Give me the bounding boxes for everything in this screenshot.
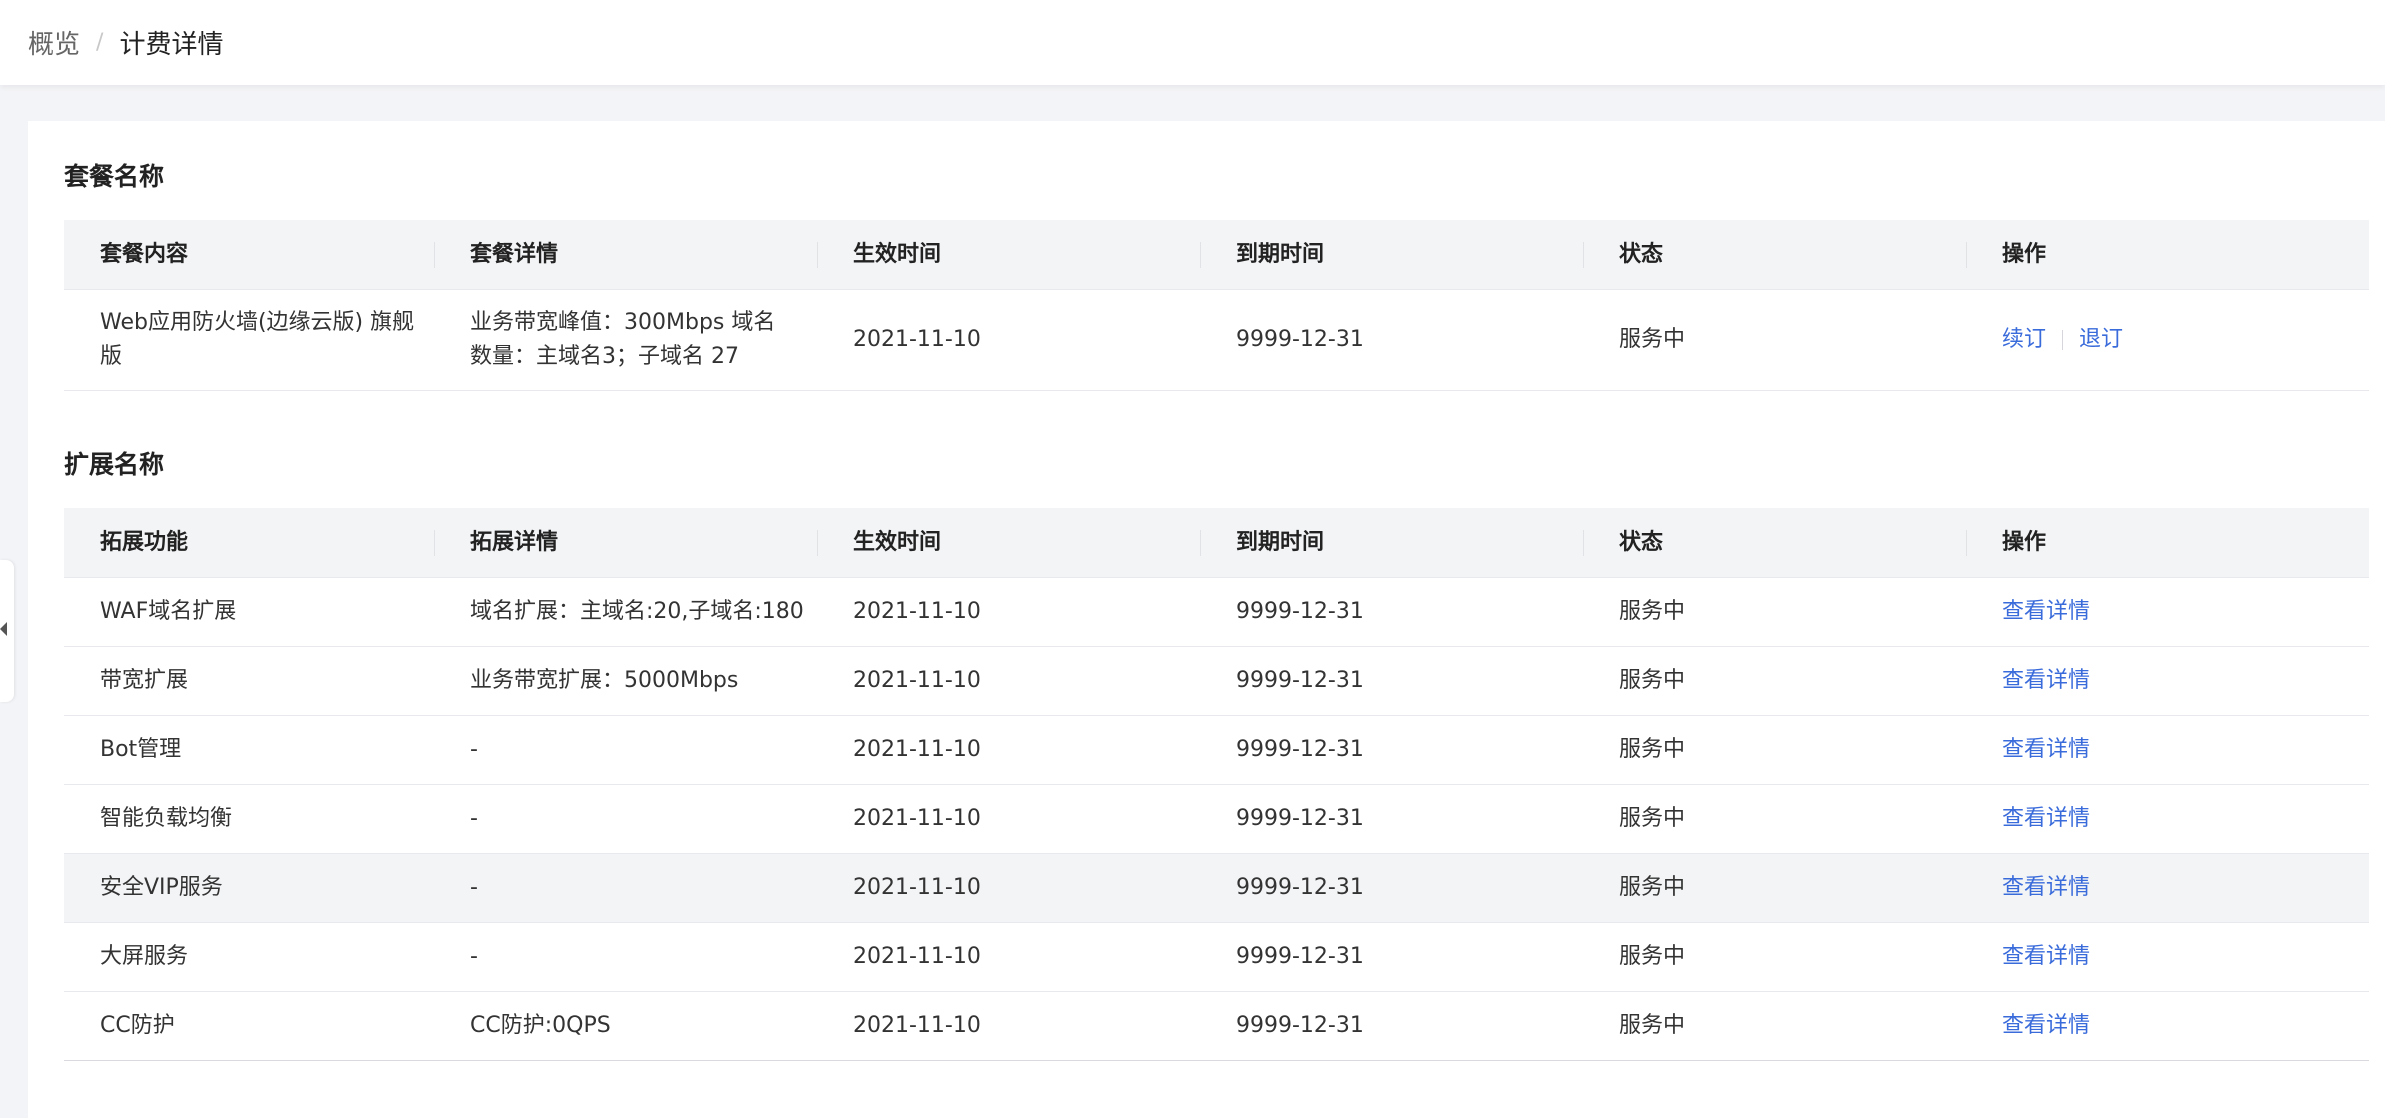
column-header: 到期时间 [1200, 508, 1583, 577]
package-table-header: 套餐内容 套餐详情 生效时间 到期时间 状态 操作 [64, 220, 2369, 290]
package-content: Web应用防火墙(边缘云版) 旗舰版 [100, 310, 415, 369]
extension-detail: - [470, 944, 478, 969]
action-cell: 查看详情 [1966, 578, 2369, 646]
renew-button[interactable]: 续订 [2002, 323, 2046, 357]
effective-date: 2021-11-10 [853, 944, 981, 969]
extension-name: Bot管理 [100, 737, 182, 762]
action-cell: 查看详情 [1966, 854, 2369, 922]
column-header: 拓展功能 [100, 529, 189, 555]
expire-date: 9999-12-31 [1236, 668, 1364, 693]
breadcrumb-current: 计费详情 [119, 30, 224, 60]
table-row: CC防护 CC防护:0QPS 2021-11-10 9999-12-31 服务中… [64, 992, 2369, 1061]
view-details-link[interactable]: 查看详情 [2002, 733, 2090, 767]
breadcrumb-overview-link[interactable]: 概览 [28, 24, 80, 61]
package-table: 套餐内容 套餐详情 生效时间 到期时间 状态 操作 Web应用防火墙(边缘云版)… [64, 220, 2369, 391]
extension-detail: - [470, 806, 478, 831]
action-cell: 查看详情 [1966, 923, 2369, 991]
effective-date: 2021-11-10 [853, 737, 981, 762]
column-header: 套餐详情 [434, 220, 817, 289]
column-header: 操作 [1966, 220, 2369, 289]
top-bar: 概览 / 计费详情 [0, 0, 2385, 85]
extension-name: 带宽扩展 [100, 668, 189, 693]
package-detail: 业务带宽峰值：300Mbps 域名数量：主域名3；子域名 27 [470, 310, 776, 369]
effective-date: 2021-11-10 [853, 1013, 981, 1038]
status-text: 服务中 [1619, 1013, 1686, 1038]
extension-name: 大屏服务 [100, 944, 189, 969]
action-cell: 查看详情 [1966, 785, 2369, 853]
extension-name: WAF域名扩展 [100, 599, 237, 624]
package-section-title: 套餐名称 [64, 162, 165, 191]
extension-section-title: 扩展名称 [64, 450, 165, 479]
table-row: WAF域名扩展 域名扩展：主域名:20,子域名:180 2021-11-10 9… [64, 578, 2369, 647]
billing-detail-panel: 套餐名称 套餐内容 套餐详情 生效时间 到期时间 状态 操作 Web应用防火墙(… [28, 121, 2385, 1118]
extension-detail: - [470, 875, 478, 900]
effective-date: 2021-11-10 [853, 599, 981, 624]
view-details-link[interactable]: 查看详情 [2002, 940, 2090, 974]
expire-date: 9999-12-31 [1236, 1013, 1364, 1038]
view-details-link[interactable]: 查看详情 [2002, 595, 2090, 629]
status-text: 服务中 [1619, 327, 1686, 352]
extension-detail: - [470, 737, 478, 762]
table-row: 智能负载均衡 - 2021-11-10 9999-12-31 服务中 查看详情 [64, 785, 2369, 854]
status-text: 服务中 [1619, 599, 1686, 624]
status-text: 服务中 [1619, 806, 1686, 831]
view-details-link[interactable]: 查看详情 [2002, 871, 2090, 905]
package-actions: 续订 退订 [1966, 290, 2369, 390]
expire-date: 9999-12-31 [1236, 327, 1364, 352]
expire-date: 9999-12-31 [1236, 875, 1364, 900]
column-header: 生效时间 [817, 220, 1200, 289]
table-row: 安全VIP服务 - 2021-11-10 9999-12-31 服务中 查看详情 [64, 854, 2369, 923]
column-header: 状态 [1583, 508, 1966, 577]
status-text: 服务中 [1619, 668, 1686, 693]
expire-date: 9999-12-31 [1236, 806, 1364, 831]
status-text: 服务中 [1619, 875, 1686, 900]
expire-date: 9999-12-31 [1236, 599, 1364, 624]
action-cell: 查看详情 [1966, 647, 2369, 715]
extension-name: CC防护 [100, 1013, 175, 1038]
effective-date: 2021-11-10 [853, 327, 981, 352]
expire-date: 9999-12-31 [1236, 737, 1364, 762]
extension-detail: 业务带宽扩展：5000Mbps [470, 668, 739, 693]
effective-date: 2021-11-10 [853, 806, 981, 831]
extension-name: 安全VIP服务 [100, 875, 223, 900]
table-row: 大屏服务 - 2021-11-10 9999-12-31 服务中 查看详情 [64, 923, 2369, 992]
effective-date: 2021-11-10 [853, 875, 981, 900]
column-header: 生效时间 [817, 508, 1200, 577]
collapse-arrow-icon [0, 622, 7, 636]
status-text: 服务中 [1619, 737, 1686, 762]
extension-detail: CC防护:0QPS [470, 1013, 611, 1038]
view-details-link[interactable]: 查看详情 [2002, 664, 2090, 698]
column-header: 拓展详情 [434, 508, 817, 577]
table-row: Web应用防火墙(边缘云版) 旗舰版 业务带宽峰值：300Mbps 域名数量：主… [64, 290, 2369, 391]
view-details-link[interactable]: 查看详情 [2002, 802, 2090, 836]
extension-table: 拓展功能 拓展详情 生效时间 到期时间 状态 操作 WAF域名扩展 域名扩展：主… [64, 508, 2369, 1061]
expire-date: 9999-12-31 [1236, 944, 1364, 969]
effective-date: 2021-11-10 [853, 668, 981, 693]
extension-table-header: 拓展功能 拓展详情 生效时间 到期时间 状态 操作 [64, 508, 2369, 578]
unsubscribe-button[interactable]: 退订 [2079, 323, 2123, 357]
column-header: 操作 [1966, 508, 2369, 577]
column-header: 套餐内容 [100, 241, 189, 267]
action-cell: 查看详情 [1966, 716, 2369, 784]
extension-name: 智能负载均衡 [100, 806, 233, 831]
status-text: 服务中 [1619, 944, 1686, 969]
table-row: 带宽扩展 业务带宽扩展：5000Mbps 2021-11-10 9999-12-… [64, 647, 2369, 716]
action-cell: 查看详情 [1966, 992, 2369, 1060]
column-header: 到期时间 [1200, 220, 1583, 289]
table-row: Bot管理 - 2021-11-10 9999-12-31 服务中 查看详情 [64, 716, 2369, 785]
column-header: 状态 [1583, 220, 1966, 289]
breadcrumb-separator: / [96, 30, 104, 55]
view-details-link[interactable]: 查看详情 [2002, 1009, 2090, 1043]
extension-detail: 域名扩展：主域名:20,子域名:180 [470, 599, 804, 624]
sidebar-collapse-handle[interactable] [0, 560, 14, 702]
action-divider [2062, 330, 2064, 350]
